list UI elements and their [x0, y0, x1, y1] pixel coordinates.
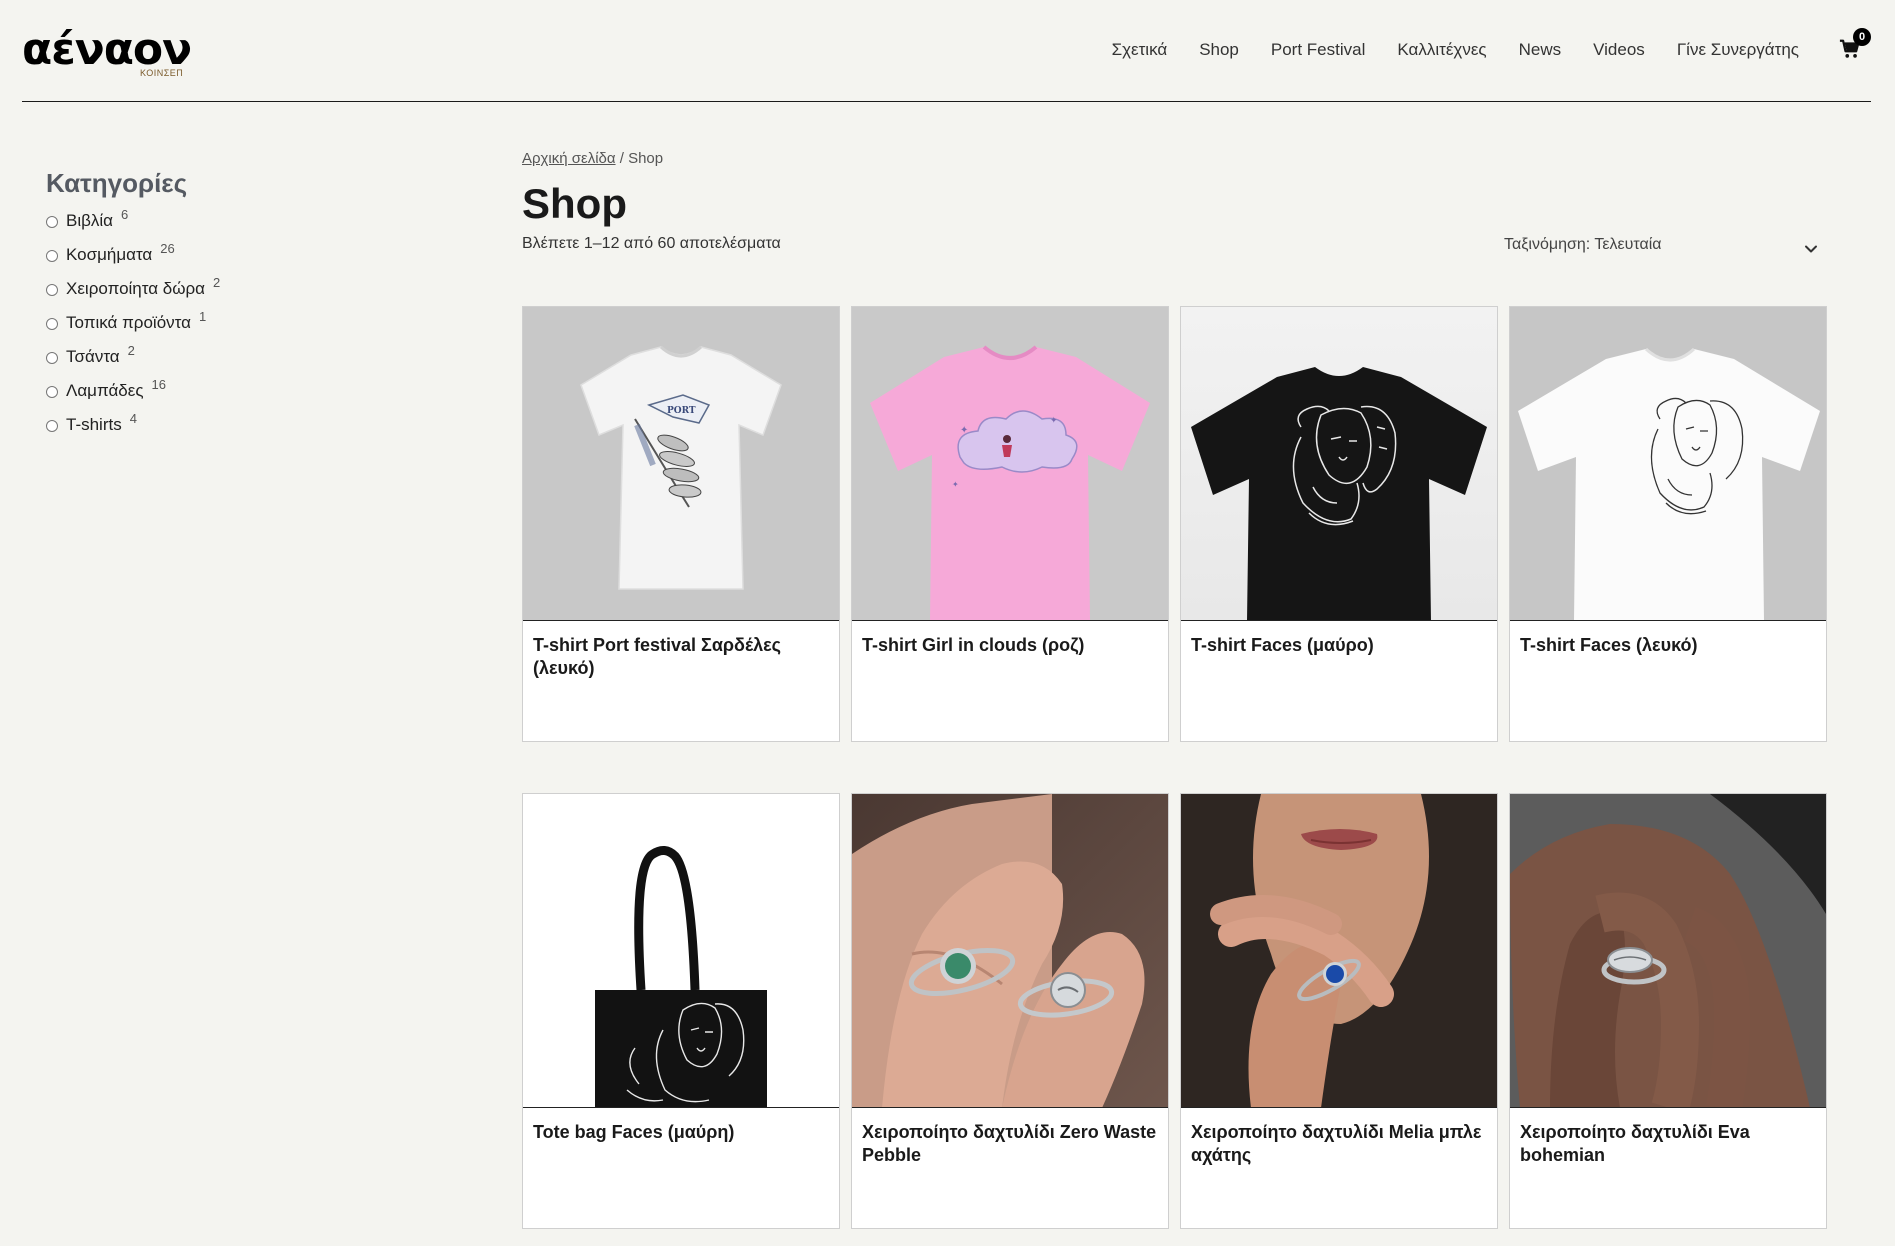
radio-icon[interactable] — [46, 216, 58, 228]
svg-text:✦: ✦ — [1050, 415, 1058, 425]
category-item-local-products[interactable]: Τοπικά προϊόντα 1 — [46, 309, 386, 347]
product-title[interactable]: T-shirt Faces (μαύρο) — [1181, 621, 1497, 657]
sidebar-title: Κατηγορίες — [46, 168, 188, 198]
product-title[interactable]: T-shirt Port festival Σαρδέλες (λευκό) — [523, 621, 839, 680]
product-image[interactable]: ✦ ✦ ✦ — [852, 307, 1168, 621]
nav-item-artists[interactable]: Καλλιτέχνες — [1397, 38, 1486, 62]
product-card[interactable]: T-shirt Faces (λευκό) — [1509, 306, 1827, 742]
nav-item-about[interactable]: Σχετικά — [1112, 38, 1168, 62]
product-title[interactable]: Tote bag Faces (μαύρη) — [523, 1108, 839, 1144]
tshirt-white-faces-image — [1518, 347, 1820, 620]
category-count: 2 — [127, 343, 135, 358]
category-count: 6 — [121, 207, 129, 222]
product-card[interactable]: Χειροποίητο δαχτυλίδι Eva bohemian — [1509, 793, 1827, 1229]
ring-melia-blue-agate-image — [1181, 794, 1497, 1107]
svg-text:✦: ✦ — [960, 425, 968, 436]
nav-item-port-festival[interactable]: Port Festival — [1271, 38, 1365, 62]
product-card[interactable]: Tote bag Faces (μαύρη) — [522, 793, 840, 1229]
tshirt-pink-girl-clouds-image: ✦ ✦ ✦ — [870, 345, 1150, 620]
site-header: αέναον ΚΟΙΝΣΕΠ Σχετικά Shop Port Festiva… — [22, 0, 1871, 102]
category-label: Λαμπάδες — [66, 381, 144, 400]
cart-count-badge: 0 — [1853, 28, 1871, 46]
product-card[interactable]: PORT T-shirt Port festival Σαρδέλες (λευ… — [522, 306, 840, 742]
page-title: Shop — [522, 180, 627, 227]
category-item-bags[interactable]: Τσάντα 2 — [46, 343, 386, 381]
product-card[interactable]: T-shirt Faces (μαύρο) — [1180, 306, 1498, 742]
category-count: 1 — [198, 309, 207, 324]
nav-item-partner[interactable]: Γίνε Συνεργάτης — [1677, 38, 1799, 62]
category-label: T-shirts — [66, 415, 122, 434]
category-label: Τσάντα — [66, 347, 120, 366]
category-item-handmade-gifts[interactable]: Χειροποίητα δώρα 2 — [46, 275, 386, 313]
nav-item-videos[interactable]: Videos — [1593, 38, 1645, 62]
svg-text:PORT: PORT — [667, 406, 696, 416]
category-item-jewelry[interactable]: Κοσμήματα 26 — [46, 241, 386, 279]
radio-icon[interactable] — [46, 386, 58, 398]
category-sidebar: Κατηγορίες Βιβλία 6 Κοσμήματα 26 Χειροπο… — [46, 168, 386, 449]
category-label: Χειροποίητα δώρα — [66, 279, 206, 298]
breadcrumb-separator: / — [615, 150, 629, 167]
svg-text:✦: ✦ — [952, 480, 959, 489]
sort-select[interactable]: Ταξινόμηση: Τελευταία — [1488, 236, 1828, 264]
logo-subtitle: ΚΟΙΝΣΕΠ — [140, 68, 184, 78]
product-image[interactable]: PORT — [523, 307, 839, 621]
product-image[interactable] — [852, 794, 1168, 1108]
radio-icon[interactable] — [46, 352, 58, 364]
product-image[interactable] — [1510, 307, 1826, 621]
product-image[interactable] — [1510, 794, 1826, 1108]
shop-main: Αρχική σελίδα / Shop Shop Βλέπετε 1–12 α… — [522, 150, 1828, 1229]
category-item-candles[interactable]: Λαμπάδες 16 — [46, 377, 386, 415]
category-count: 16 — [151, 377, 166, 392]
site-logo[interactable]: αέναον ΚΟΙΝΣΕΠ — [22, 28, 192, 82]
product-title[interactable]: T-shirt Faces (λευκό) — [1510, 621, 1826, 657]
product-title[interactable]: Χειροποίητο δαχτυλίδι Melia μπλε αχάτης — [1181, 1108, 1497, 1167]
category-item-tshirts[interactable]: T-shirts 4 — [46, 411, 386, 449]
category-count: 2 — [213, 275, 221, 290]
radio-icon[interactable] — [46, 284, 58, 296]
sort-label: Ταξινόμηση: Τελευταία — [1504, 236, 1662, 253]
product-image[interactable] — [1181, 794, 1497, 1108]
product-title[interactable]: Χειροποίητο δαχτυλίδι Zero Waste Pebble — [852, 1108, 1168, 1167]
product-title[interactable]: Χειροποίητο δαχτυλίδι Eva bohemian — [1510, 1108, 1826, 1167]
tote-bag-faces-image — [595, 846, 767, 1107]
product-card[interactable]: Χειροποίητο δαχτυλίδι Zero Waste Pebble — [851, 793, 1169, 1229]
product-card[interactable]: Χειροποίητο δαχτυλίδι Melia μπλε αχάτης — [1180, 793, 1498, 1229]
nav-item-news[interactable]: News — [1519, 38, 1562, 62]
category-label: Τοπικά προϊόντα — [66, 313, 191, 332]
category-count: 26 — [160, 241, 175, 256]
category-label: Κοσμήματα — [66, 245, 153, 264]
nav-item-shop[interactable]: Shop — [1199, 38, 1239, 62]
radio-icon[interactable] — [46, 420, 58, 432]
product-image[interactable] — [1181, 307, 1497, 621]
radio-icon[interactable] — [46, 250, 58, 262]
cart-button[interactable]: 0 — [1839, 28, 1871, 62]
product-image[interactable] — [523, 794, 839, 1108]
radio-icon[interactable] — [46, 318, 58, 330]
logo-wordmark: αέναον — [22, 24, 192, 75]
product-card[interactable]: ✦ ✦ ✦ T-shirt Girl in clouds (ροζ) — [851, 306, 1169, 742]
ring-zero-waste-pebble-image — [852, 794, 1168, 1107]
product-title[interactable]: T-shirt Girl in clouds (ροζ) — [852, 621, 1168, 657]
product-grid: PORT T-shirt Port festival Σαρδέλες (λευ… — [522, 306, 1828, 1229]
chevron-down-icon — [1805, 245, 1817, 253]
breadcrumb: Αρχική σελίδα / Shop — [522, 150, 1828, 167]
category-count: 4 — [129, 411, 137, 426]
category-label: Βιβλία — [66, 211, 113, 230]
tshirt-white-sardines-image: PORT — [580, 345, 782, 590]
category-item-books[interactable]: Βιβλία 6 — [46, 207, 386, 245]
main-nav: Σχετικά Shop Port Festival Καλλιτέχνες N… — [1080, 38, 1799, 62]
breadcrumb-current: Shop — [628, 150, 664, 167]
breadcrumb-home-link[interactable]: Αρχική σελίδα — [522, 150, 616, 167]
tshirt-black-faces-image — [1191, 367, 1487, 620]
ring-eva-bohemian-image — [1510, 794, 1826, 1107]
